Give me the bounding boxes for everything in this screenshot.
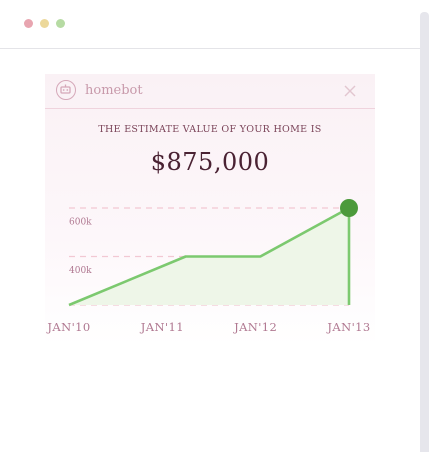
window-titlebar — [0, 0, 420, 49]
latest-value-marker — [340, 199, 358, 217]
x-tick-label: JAN'12 — [233, 320, 277, 334]
x-tick-label: JAN'13 — [326, 320, 370, 334]
home-value-chart: 400k 600k JAN'10 JAN'11 JAN'12 JAN'13 — [46, 199, 370, 334]
window-minimize-control[interactable] — [40, 19, 49, 28]
x-tick-label: JAN'11 — [140, 320, 184, 334]
home-value-widget: homebot THE ESTIMATE VALUE OF YOUR HOME … — [45, 74, 375, 346]
x-tick-label: JAN'10 — [46, 320, 90, 334]
window-maximize-control[interactable] — [56, 19, 65, 28]
y-tick-label: 400k — [69, 266, 92, 276]
scrollbar[interactable] — [420, 12, 429, 452]
y-tick-label: 600k — [69, 217, 92, 227]
window-close-control[interactable] — [24, 19, 33, 28]
